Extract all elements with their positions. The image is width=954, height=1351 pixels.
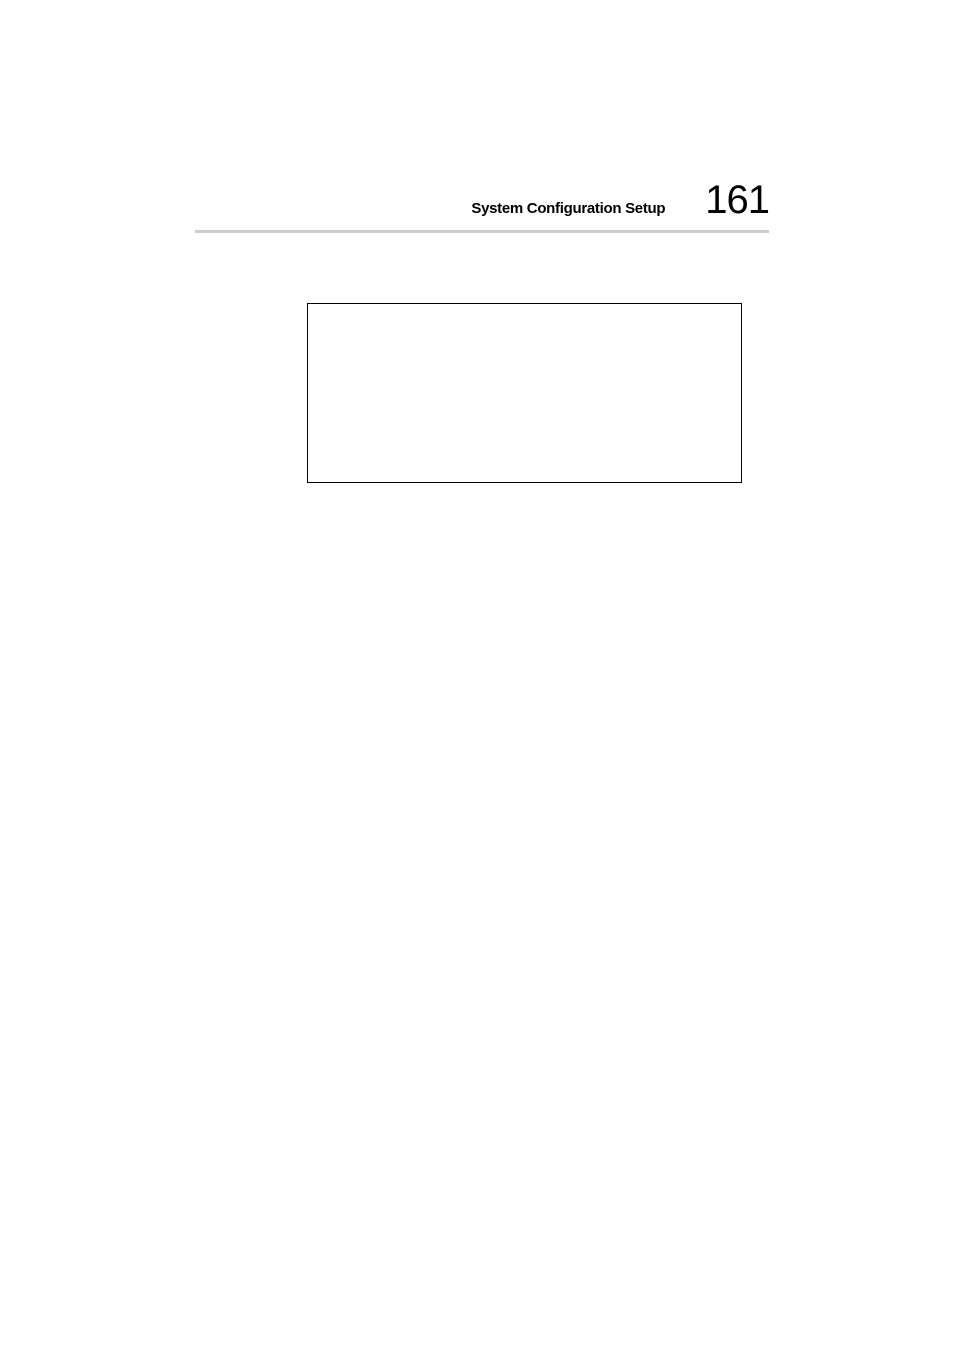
content-box bbox=[307, 303, 742, 483]
header-divider bbox=[195, 230, 769, 233]
section-title: System Configuration Setup bbox=[471, 200, 665, 217]
page-header: System Configuration Setup 161 bbox=[195, 180, 769, 233]
header-line: System Configuration Setup 161 bbox=[195, 180, 769, 226]
page-number: 161 bbox=[705, 180, 769, 220]
